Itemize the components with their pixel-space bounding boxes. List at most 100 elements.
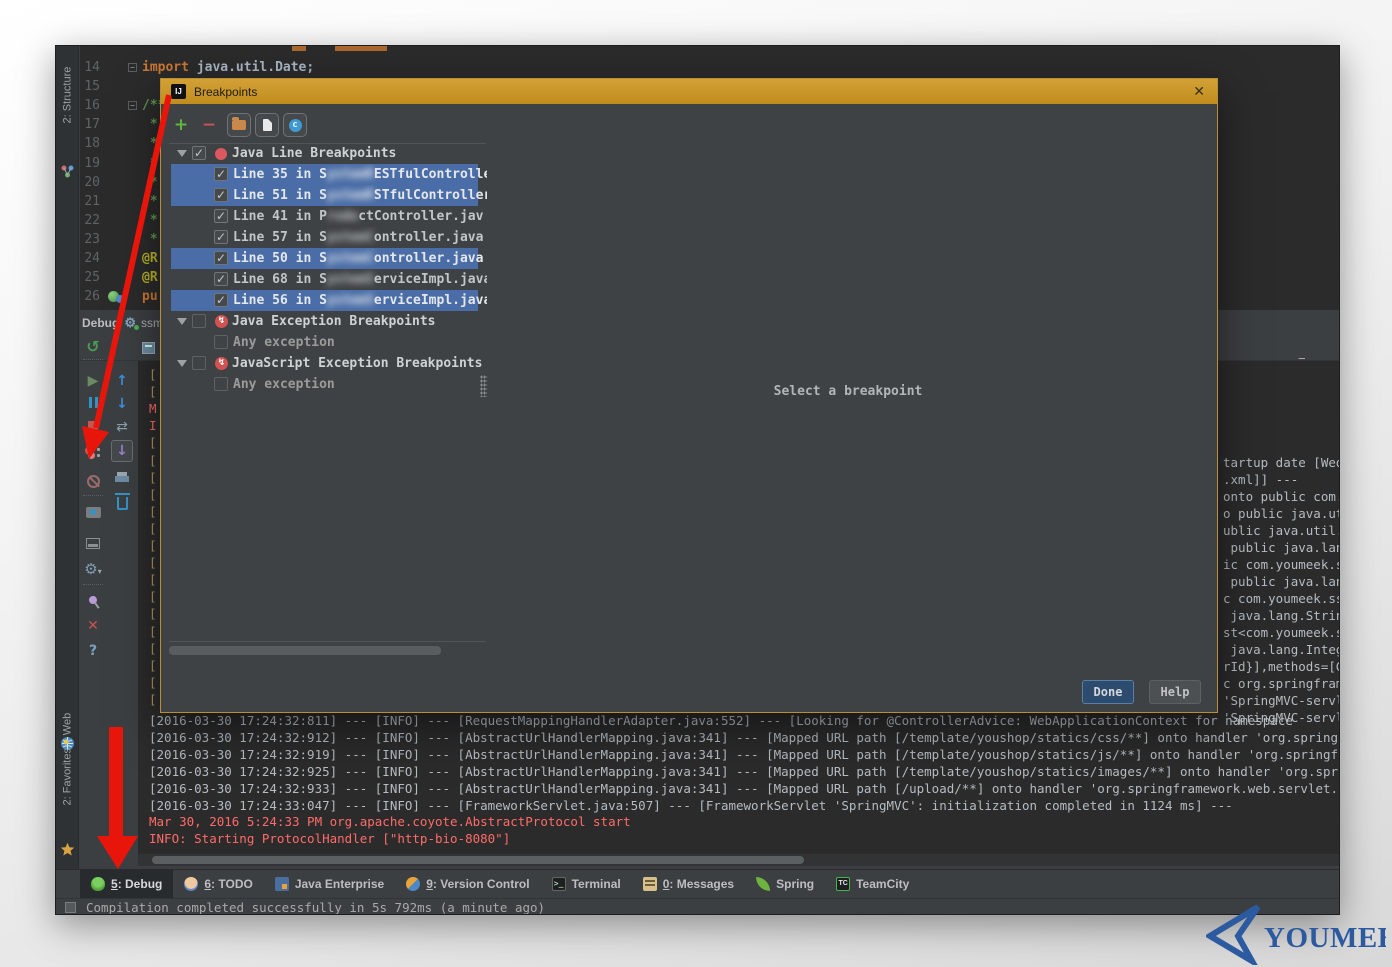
breakpoints-tree[interactable]: ✓Java Line Breakpoints✓Line 35 in System… bbox=[161, 143, 487, 643]
settings-gear-icon[interactable]: ⚙ bbox=[124, 316, 136, 329]
stop-button[interactable] bbox=[82, 415, 104, 437]
breakpoint-row[interactable]: ✓Line 57 in SystemController.java bbox=[161, 227, 487, 248]
rerun-button[interactable]: ↺ bbox=[82, 336, 104, 358]
help-button[interactable]: Help bbox=[1149, 680, 1201, 704]
divider bbox=[83, 359, 103, 360]
code-text: * bbox=[142, 115, 158, 134]
thread-dump-camera-button[interactable] bbox=[82, 501, 104, 523]
toolwindow-tab-teamcity[interactable]: TCTeamCity bbox=[825, 870, 920, 898]
clipped-code-sliver bbox=[335, 46, 387, 51]
tree-group-java-exception-breakpoints[interactable]: ↯Java Exception Breakpoints bbox=[161, 311, 487, 332]
console-log-line: [2016-03-30 17:24:32:919] --- [INFO] ---… bbox=[149, 746, 1339, 763]
console-clipped-char: [ bbox=[149, 537, 157, 554]
checkbox[interactable]: ✓ bbox=[214, 167, 228, 181]
clear-all-button[interactable] bbox=[111, 492, 133, 514]
toolwindow-tab-version-control[interactable]: 9: Version Control bbox=[395, 870, 540, 898]
console-clipped-char: [ bbox=[149, 640, 157, 657]
checkbox[interactable]: ✓ bbox=[214, 209, 228, 223]
toolwindow-tab-terminal[interactable]: >_Terminal bbox=[541, 870, 632, 898]
checkbox[interactable] bbox=[214, 335, 228, 349]
msg-icon bbox=[643, 877, 657, 891]
console-log-fragment: onto public com.yo bbox=[1223, 488, 1340, 505]
pin-button[interactable] bbox=[82, 589, 104, 611]
group-by-package-button[interactable] bbox=[227, 113, 251, 137]
hide-panel-icon[interactable]: − bbox=[1298, 351, 1306, 366]
mute-breakpoints-button[interactable] bbox=[82, 470, 104, 492]
tree-hscrollbar-thumb[interactable] bbox=[169, 646, 441, 655]
checkbox[interactable]: ✓ bbox=[214, 251, 228, 265]
breakpoint-row[interactable]: Any exception bbox=[161, 332, 487, 353]
stripe-button-favorites[interactable]: 2: Favorites bbox=[62, 783, 74, 806]
status-message: Compilation completed successfully in 5s… bbox=[86, 900, 545, 915]
chevron-down-icon[interactable] bbox=[177, 150, 187, 157]
breakpoint-row[interactable]: ✓Line 68 in SystemServiceImpl.java bbox=[161, 269, 487, 290]
scroll-to-end-icon: ↓ bbox=[116, 444, 128, 458]
soft-wrap-icon: ⇄ bbox=[116, 420, 128, 434]
close-icon: ✕ bbox=[87, 619, 99, 633]
event-log-icon[interactable] bbox=[65, 902, 76, 913]
resume-button[interactable]: ▶ bbox=[82, 370, 104, 392]
checkbox[interactable] bbox=[192, 356, 206, 370]
console-log-fragment: public java.lang bbox=[1223, 539, 1340, 556]
scroll-to-end-button[interactable]: ↓ bbox=[111, 440, 133, 462]
stripe-button-web[interactable]: Web bbox=[62, 713, 74, 736]
dialog-close-icon[interactable]: ✕ bbox=[1193, 83, 1205, 100]
breakpoint-row[interactable]: ✓Line 50 in SystemController.java bbox=[161, 248, 487, 269]
breakpoint-row[interactable]: ✓Line 41 in ProductController.jav bbox=[161, 206, 487, 227]
tree-group-javascript-exception-breakpoints[interactable]: ↯JavaScript Exception Breakpoints bbox=[161, 353, 487, 374]
line-number: 17 bbox=[82, 115, 100, 134]
run-line-marker-icon[interactable] bbox=[108, 291, 124, 303]
navigate-up-button[interactable]: ↑ bbox=[111, 370, 133, 392]
toolwindow-tab-messages[interactable]: 0: Messages bbox=[632, 870, 745, 898]
fold-marker-icon[interactable]: − bbox=[128, 63, 137, 72]
checkbox[interactable]: ✓ bbox=[214, 293, 228, 307]
group-by-class-button[interactable]: c bbox=[283, 113, 307, 137]
code-text: * bbox=[142, 134, 158, 153]
breakpoint-row[interactable]: Any exception bbox=[161, 374, 487, 395]
toolwindow-tab-todo[interactable]: 6: TODO bbox=[173, 870, 263, 898]
console-log-line: [2016-03-30 17:24:32:811] --- [INFO] ---… bbox=[149, 712, 1339, 729]
splitter-handle[interactable] bbox=[480, 375, 487, 397]
help-button[interactable]: ? bbox=[82, 640, 104, 662]
checkbox[interactable]: ✓ bbox=[214, 188, 228, 202]
dialog-title-bar[interactable]: IJ Breakpoints bbox=[161, 79, 1217, 104]
breakpoint-row[interactable]: ✓Line 35 in SystemRESTfulController bbox=[161, 164, 487, 185]
restore-layout-button[interactable] bbox=[82, 532, 104, 554]
console-clipped-char: [ bbox=[149, 503, 157, 520]
remove-breakpoint-button[interactable]: − bbox=[197, 113, 221, 137]
fold-marker-icon[interactable]: − bbox=[128, 101, 137, 110]
add-breakpoint-button[interactable]: + bbox=[169, 113, 193, 137]
debug-icon bbox=[91, 877, 105, 891]
toolwindow-tab-java-enterprise[interactable]: Java Enterprise bbox=[264, 870, 395, 898]
console-log-fragment: tartup date [Wed bbox=[1223, 454, 1340, 471]
soft-wrap-button[interactable]: ⇄ bbox=[111, 416, 133, 438]
print-button[interactable] bbox=[111, 467, 133, 489]
toolwindow-tab-debug[interactable]: 5: Debug bbox=[80, 870, 173, 898]
checkbox[interactable] bbox=[214, 377, 228, 391]
breakpoint-row[interactable]: ✓Line 51 in SystemRSTfulController bbox=[161, 185, 487, 206]
close-button[interactable]: ✕ bbox=[82, 615, 104, 637]
code-text: * bbox=[142, 211, 158, 230]
navigate-down-button[interactable]: ↓ bbox=[111, 393, 133, 415]
resume-icon: ▶ bbox=[88, 374, 99, 388]
stripe-button-structure[interactable]: 2: Structure bbox=[62, 101, 74, 124]
done-button[interactable]: Done bbox=[1082, 680, 1134, 704]
toolwindow-tab-spring[interactable]: Spring bbox=[745, 870, 825, 898]
view-breakpoints-button[interactable] bbox=[82, 442, 104, 464]
checkbox[interactable]: ✓ bbox=[192, 146, 206, 160]
chevron-down-icon[interactable] bbox=[177, 360, 187, 367]
checkbox[interactable]: ✓ bbox=[214, 230, 228, 244]
checkbox[interactable]: ✓ bbox=[214, 272, 228, 286]
settings-button[interactable]: ⚙▾ bbox=[82, 559, 104, 581]
tree-group-java-line-breakpoints[interactable]: ✓Java Line Breakpoints bbox=[161, 143, 487, 164]
debug-tab-label[interactable]: Debug bbox=[82, 316, 119, 330]
chevron-down-icon[interactable] bbox=[177, 318, 187, 325]
youmeek-logo-arrow bbox=[1210, 907, 1258, 961]
breakpoint-row[interactable]: ✓Line 56 in SystemServiceImpl.java bbox=[161, 290, 487, 311]
console-hscrollbar-thumb[interactable] bbox=[152, 856, 804, 864]
console-hscrollbar-track[interactable] bbox=[138, 854, 1339, 866]
checkbox[interactable] bbox=[192, 314, 206, 328]
group-by-file-button[interactable] bbox=[255, 113, 279, 137]
console-log-fragment: java.lang.Intege bbox=[1223, 641, 1340, 658]
pause-button[interactable] bbox=[82, 393, 104, 415]
